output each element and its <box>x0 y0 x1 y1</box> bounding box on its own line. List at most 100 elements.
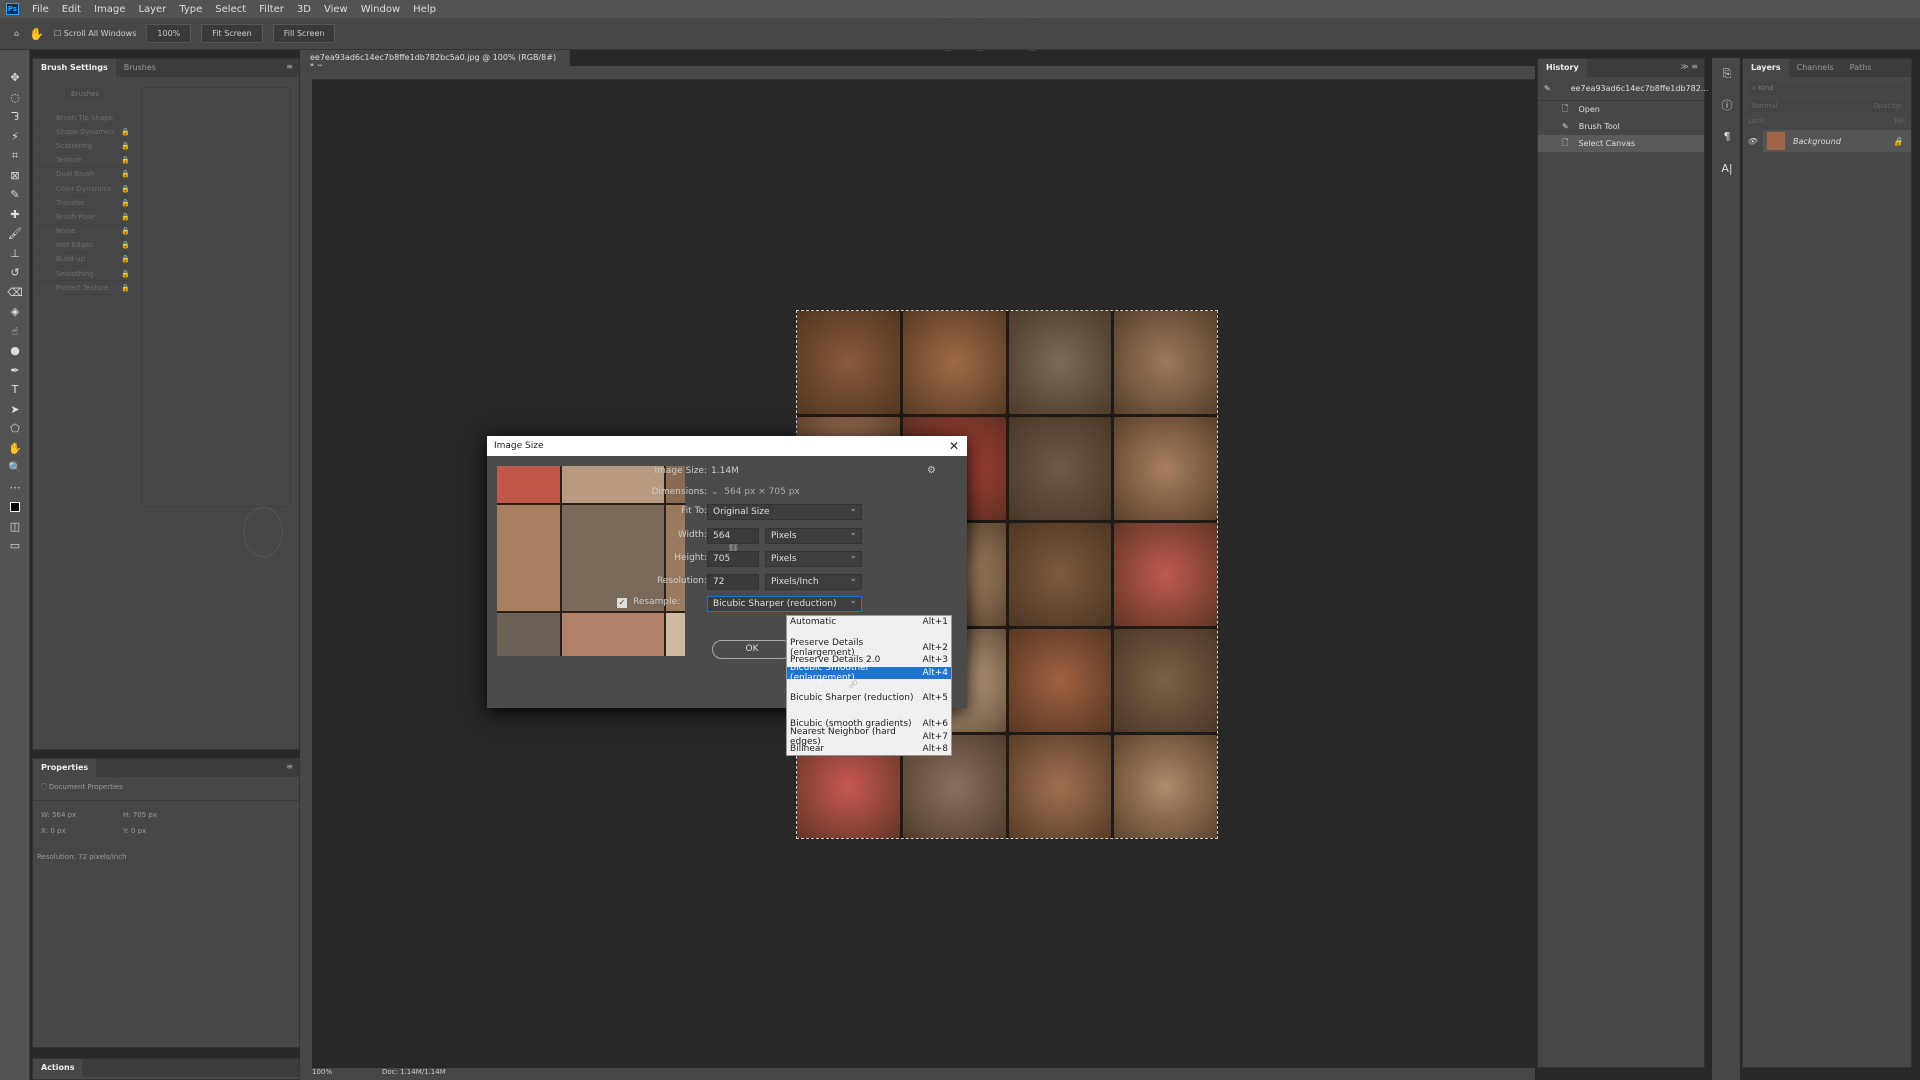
magic-wand-icon[interactable]: ⚡ <box>0 127 30 147</box>
tab-brushes[interactable]: Brushes <box>116 59 164 77</box>
hand-tool-icon[interactable]: ✋ <box>0 439 30 459</box>
tab-actions[interactable]: Actions <box>33 1059 83 1077</box>
paragraph-icon[interactable]: ¶ <box>1712 127 1742 147</box>
brush-setting-item[interactable]: Texture 🔒 <box>38 154 134 168</box>
lock-icon[interactable]: 🔒 <box>121 227 130 235</box>
menu-select[interactable]: Select <box>215 4 246 15</box>
screen-mode-icon[interactable]: ▭ <box>0 536 30 556</box>
stamp-tool-icon[interactable]: ⊥ <box>0 244 30 264</box>
tab-history[interactable]: History <box>1538 59 1587 77</box>
brush-setting-item[interactable]: Color Dynamics 🔒 <box>38 182 134 197</box>
brush-setting-item[interactable]: Dual Brush 🔒 <box>38 168 134 182</box>
menu-layer[interactable]: Layer <box>138 4 166 15</box>
fit-to-select[interactable]: Original Size <box>707 504 862 520</box>
lock-icon[interactable]: 🔒 <box>121 199 130 207</box>
tab-layers[interactable]: Layers <box>1743 59 1789 77</box>
eraser-icon[interactable]: ⌫ <box>0 283 30 303</box>
quick-mask-icon[interactable]: ◫ <box>0 517 30 537</box>
lock-icon[interactable]: 🔒 <box>121 156 130 164</box>
crop-tool-icon[interactable]: ⌗ <box>0 146 30 166</box>
lock-icon[interactable]: 🔒 <box>121 142 130 150</box>
zoom-tool-icon[interactable]: 🔍 <box>0 458 30 478</box>
menu-type[interactable]: Type <box>179 4 202 15</box>
resolution-unit-select[interactable]: Pixels/Inch <box>765 574 862 590</box>
layer-filter[interactable]: ⌕ Kind <box>1748 82 1906 95</box>
history-item-open[interactable]: 🗋 Open <box>1538 101 1704 118</box>
resample-option[interactable]: Nearest Neighbor (hard edges) Alt+7 <box>787 727 951 747</box>
eyedropper-icon[interactable]: ✎ <box>0 185 30 205</box>
menu-help[interactable]: Help <box>413 4 436 15</box>
menu-file[interactable]: File <box>32 4 49 15</box>
brush-presets[interactable] <box>141 87 291 507</box>
brush-setting-item[interactable]: Brush Pose 🔒 <box>38 210 134 225</box>
brushes-button[interactable]: Brushes <box>65 87 106 101</box>
resample-select[interactable]: Bicubic Sharper (reduction) <box>707 596 862 612</box>
lock-icon[interactable]: 🔒 <box>121 213 130 221</box>
layer-background[interactable]: 👁 Background 🔒 <box>1747 130 1911 152</box>
resample-option[interactable]: Bicubic Smoother (enlargement) Alt+4 <box>787 663 951 683</box>
panel-menu-icon[interactable]: ≫ ≡ <box>1674 59 1704 77</box>
chevron-down-icon[interactable]: ⌄ <box>711 487 719 497</box>
fit-screen-button[interactable]: Fit Screen <box>201 24 263 43</box>
smudge-icon[interactable]: ☝ <box>0 322 30 342</box>
brush-setting-item[interactable]: Noise 🔒 <box>38 225 134 239</box>
scroll-all-checkbox[interactable]: ☐ Scroll All Windows <box>54 29 136 38</box>
blend-mode-select[interactable]: Normal Opacity: <box>1748 100 1906 112</box>
fill-screen-button[interactable]: Fill Screen <box>272 24 336 43</box>
move-tool-icon[interactable]: ✥ <box>0 68 30 88</box>
path-select-icon[interactable]: ➤ <box>0 400 30 420</box>
tab-paths[interactable]: Paths <box>1842 59 1880 77</box>
dodge-icon[interactable]: ● <box>0 341 30 361</box>
brush-setting-item[interactable]: Scattering 🔒 <box>38 139 134 154</box>
pen-tool-icon[interactable]: ✒ <box>0 361 30 381</box>
zoom-level[interactable]: 100% <box>312 1068 332 1080</box>
lock-icon[interactable]: 🔒 <box>121 284 130 292</box>
close-icon[interactable]: ✕ <box>949 439 967 453</box>
brush-setting-item[interactable]: Brush Tip Shape <box>38 111 134 126</box>
panel-menu-icon[interactable]: ≡ <box>280 759 299 777</box>
lasso-tool-icon[interactable]: ᘊ <box>0 107 30 127</box>
width-input[interactable]: 564 <box>707 528 759 544</box>
resample-option[interactable]: Preserve Details (enlargement) Alt+2 <box>787 638 951 658</box>
ok-button[interactable]: OK <box>712 640 792 659</box>
brush-setting-item[interactable]: Transfer 🔒 <box>38 196 134 211</box>
history-item-brush-tool[interactable]: ✎ Brush Tool <box>1538 118 1704 135</box>
lock-icon[interactable]: 🔒 <box>121 128 130 136</box>
menu-window[interactable]: Window <box>361 4 400 15</box>
resolution-input[interactable]: 72 <box>707 574 759 590</box>
shape-tool-icon[interactable]: ⬠ <box>0 419 30 439</box>
history-brush-icon[interactable]: ↺ <box>0 263 30 283</box>
brush-tool-icon[interactable]: 🖌 <box>0 224 30 244</box>
brush-setting-item[interactable]: Protect Texture 🔒 <box>38 281 134 296</box>
hand-tool-icon[interactable]: ✋ <box>29 27 44 41</box>
resample-checkbox[interactable]: ✓ <box>617 598 627 608</box>
type-tool-icon[interactable]: T <box>0 380 30 400</box>
gear-icon[interactable]: ⚙ <box>927 465 936 476</box>
history-snapshot[interactable]: ✎ ee7ea93ad6c14ec7b8ffe1db782... <box>1538 77 1708 101</box>
brush-setting-item[interactable]: Wet Edges 🔒 <box>38 239 134 253</box>
lock-icon[interactable]: 🔒 <box>121 270 130 278</box>
zoom-100-button[interactable]: 100% <box>146 24 192 43</box>
home-icon[interactable]: ⌂ <box>14 29 19 38</box>
tab-channels[interactable]: Channels <box>1789 59 1842 77</box>
lock-icon[interactable]: 🔒 <box>121 241 130 249</box>
brush-setting-item[interactable]: Build-up 🔒 <box>38 253 134 268</box>
menu-3d[interactable]: 3D <box>297 4 311 15</box>
paint-bucket-icon[interactable]: ◈ <box>0 302 30 322</box>
document-tab[interactable]: ee7ea93ad6c14ec7b8ffe1db782bc5a0.jpg @ 1… <box>300 50 570 71</box>
color-swatches-icon[interactable] <box>0 497 30 517</box>
width-unit-select[interactable]: Pixels <box>765 528 862 544</box>
lock-icon[interactable]: 🔒 <box>121 170 130 178</box>
lock-icon[interactable]: 🔒 <box>121 185 130 193</box>
more-tools-icon[interactable]: ⋯ <box>0 478 30 498</box>
height-input[interactable]: 705 <box>707 551 759 567</box>
history-panel-icon[interactable]: ⎘ <box>1712 64 1742 84</box>
height-unit-select[interactable]: Pixels <box>765 551 862 567</box>
resample-option[interactable]: Bicubic Sharper (reduction) Alt+5 <box>787 692 951 705</box>
brush-setting-item[interactable]: Smoothing 🔒 <box>38 267 134 282</box>
menu-view[interactable]: View <box>324 4 348 15</box>
menu-filter[interactable]: Filter <box>259 4 284 15</box>
menu-edit[interactable]: Edit <box>62 4 81 15</box>
visibility-eye-icon[interactable]: 👁 <box>1747 137 1757 146</box>
tab-properties[interactable]: Properties <box>33 759 97 777</box>
